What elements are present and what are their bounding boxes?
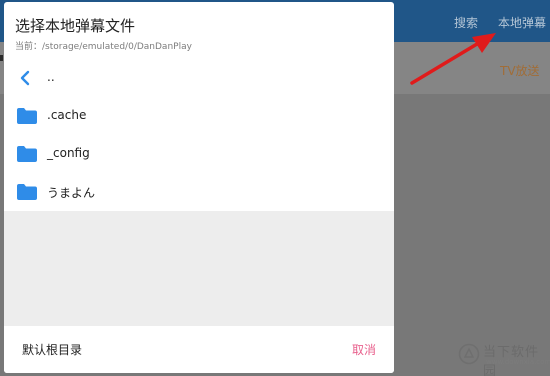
list-item-folder-umayon[interactable]: うまよん (4, 173, 394, 211)
file-picker-dialog: 选择本地弹幕文件 当前：/storage/emulated/0/DanDanPl… (4, 2, 394, 373)
tv-broadcast-link[interactable]: TV放送 (500, 62, 540, 79)
cancel-button[interactable]: 取消 (352, 341, 376, 358)
list-item-label: うまよん (47, 186, 96, 200)
empty-list-area (4, 211, 394, 326)
folder-icon (16, 182, 38, 202)
current-path: 当前：/storage/emulated/0/DanDanPlay (15, 42, 192, 52)
back-chevron-icon (16, 68, 38, 88)
list-item-folder-config[interactable]: _config (4, 135, 394, 173)
app-edge-mark (0, 55, 3, 61)
watermark-url: www.downxia.com (486, 358, 550, 366)
default-root-button[interactable]: 默认根目录 (22, 341, 82, 358)
nav-local-danmaku-tab[interactable]: 本地弹幕 (498, 14, 546, 31)
watermark: 当下软件园 www.downxia.com (458, 341, 550, 376)
dialog-footer: 默认根目录 取消 (4, 326, 394, 373)
list-item-label: .. (47, 70, 55, 84)
list-item-folder-cache[interactable]: .cache (4, 97, 394, 135)
list-item-label: _config (47, 146, 90, 160)
nav-search-tab[interactable]: 搜索 (454, 14, 478, 31)
screen: 搜索 本地弹幕 TV放送 当下软件园 www.downxia.com 选择本地弹… (0, 0, 550, 376)
dialog-title: 选择本地弹幕文件 (15, 17, 136, 35)
list-item-label: .cache (47, 108, 87, 122)
watermark-logo-icon (458, 343, 480, 365)
list-item-parent-directory[interactable]: .. (4, 59, 394, 97)
folder-icon (16, 144, 38, 164)
file-list: .. .cache _config うまよん (4, 59, 394, 211)
folder-icon (16, 106, 38, 126)
